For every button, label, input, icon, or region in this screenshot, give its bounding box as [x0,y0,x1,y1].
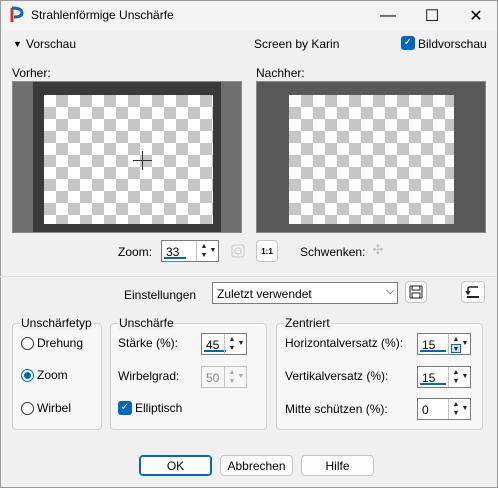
h-offset-stepper[interactable]: 15 ▲ ▼ ▼ [417,333,471,355]
arrow-up-icon[interactable]: ▲ [227,335,237,344]
arrow-up-icon[interactable]: ▲ [451,335,461,344]
before-image-transparent [44,95,213,224]
arrow-down-icon[interactable]: ▼ [199,251,209,260]
blur-type-title: Unschärfetyp [20,316,93,330]
arrow-down-icon[interactable]: ▼ [227,344,237,353]
collapse-triangle-icon[interactable]: ▼ [13,39,22,49]
settings-label: Einstellungen [124,288,197,302]
h-offset-label: Horizontalversatz (%): [285,336,404,350]
credit-text: Screen by Karin [254,37,340,51]
ok-label: OK [166,458,185,473]
actual-size-button[interactable]: 1:1 [256,240,278,262]
window-title: Strahlenförmige Unschärfe [31,8,174,22]
zoom-fit-icon[interactable] [229,241,247,261]
blur-title: Unschärfe [118,316,175,330]
app-logo-icon [9,6,25,24]
radio-label-zoom[interactable]: Zoom [37,368,68,382]
close-button[interactable]: ✕ [454,0,498,31]
minimize-button[interactable]: — [366,0,410,31]
arrow-down-icon[interactable]: ▼ [451,344,461,353]
protect-center-stepper[interactable]: 0 ▲ ▼ ▼ [417,398,471,420]
chevron-down-icon[interactable]: ▼ [461,336,469,352]
chevron-down-icon[interactable]: ▼ [209,243,217,259]
chevron-down-icon: ▼ [237,373,245,380]
arrow-down-icon[interactable]: ▼ [451,409,461,418]
divider [0,276,496,277]
save-preset-button[interactable] [405,281,427,303]
twist-stepper: 50 ▲ ▼ ▼ [201,366,247,388]
arrow-down-icon: ▼ [228,378,236,385]
chevron-down-icon[interactable]: ▼ [461,369,469,385]
reset-icon [465,286,479,298]
strength-label: Stärke (%): [118,336,179,350]
arrow-up-icon[interactable]: ▲ [451,400,461,409]
help-button[interactable]: Hilfe [301,455,374,476]
pan-move-icon[interactable]: ✣ [369,242,387,260]
protect-center-value: 0 [422,403,429,417]
centered-title: Zentriert [284,316,331,330]
zoom-stepper[interactable]: 33 ▲ ▼ ▼ [161,240,219,262]
settings-value: Zuletzt verwendet [217,287,312,301]
twist-value: 50 [206,371,220,385]
save-icon [409,285,423,299]
reset-button[interactable] [461,281,485,303]
maximize-button[interactable]: ☐ [410,0,454,31]
preview-toggle[interactable]: Vorschau [26,37,76,51]
actual-size-icon: 1:1 [261,246,273,256]
chevron-down-icon[interactable]: ▼ [237,336,245,352]
radio-wirbel[interactable] [21,402,34,415]
after-image-transparent [289,95,454,224]
maximize-icon: ☐ [424,7,440,25]
arrow-up-icon[interactable]: ▲ [199,242,209,251]
settings-dropdown[interactable]: Zuletzt verwendet ⌵ [212,282,398,304]
radio-zoom[interactable] [21,369,34,382]
help-label: Hilfe [325,458,350,473]
arrow-down-icon[interactable]: ▼ [451,377,461,386]
chevron-down-icon[interactable]: ▼ [461,401,469,417]
arrow-up-icon: ▲ [228,369,236,376]
elliptical-label[interactable]: Elliptisch [135,401,182,415]
elliptical-checkbox[interactable]: ✓ [118,401,132,415]
minimize-icon: — [380,6,396,24]
chevron-down-icon: ⌵ [386,286,394,297]
after-label: Nachher: [256,66,305,80]
protect-center-label: Mitte schützen (%): [285,402,388,416]
cancel-label: Abbrechen [227,458,286,473]
v-offset-label: Vertikalversatz (%): [285,369,389,383]
before-preview[interactable] [12,81,242,233]
pan-label: Schwenken: [300,245,366,259]
before-label: Vorher: [12,66,51,80]
radio-label-wirbel[interactable]: Wirbel [37,401,71,415]
live-preview-checkbox[interactable]: ✓ [401,36,415,50]
twist-label: Wirbelgrad: [118,369,180,383]
live-preview-label: Bildvorschau [418,37,487,51]
radio-label-drehung[interactable]: Drehung [37,336,83,350]
close-icon: ✕ [469,7,483,25]
radio-drehung[interactable] [21,337,34,350]
v-offset-stepper[interactable]: 15 ▲ ▼ ▼ [417,366,471,388]
zoom-label: Zoom: [118,245,153,259]
after-preview [256,81,486,233]
strength-stepper[interactable]: 45 ▲ ▼ ▼ [201,333,247,355]
ok-button[interactable]: OK [139,455,212,476]
arrow-up-icon[interactable]: ▲ [451,368,461,377]
cancel-button[interactable]: Abbrechen [220,455,293,476]
